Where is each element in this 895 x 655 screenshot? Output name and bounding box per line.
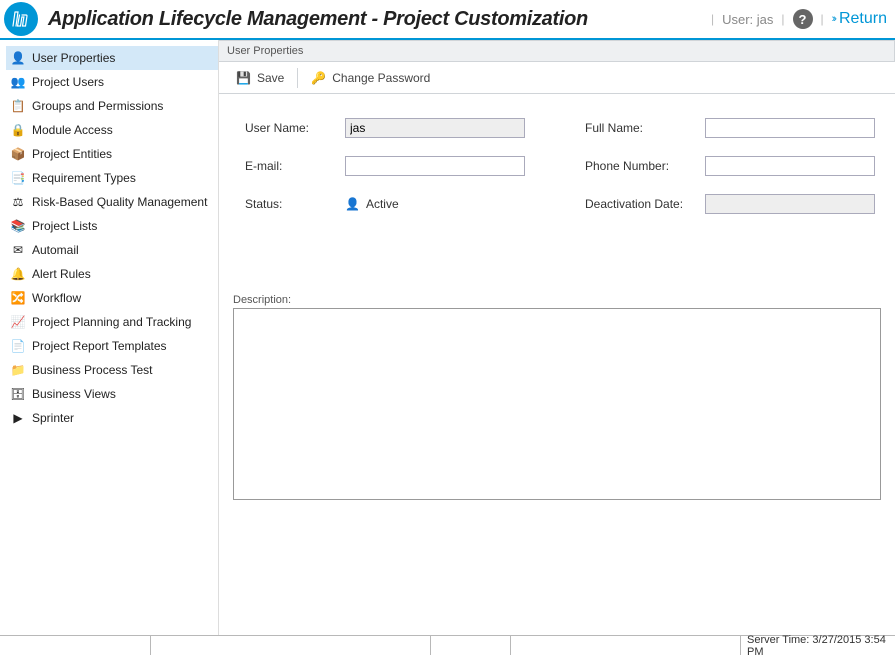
sidebar-icon: 📑 <box>10 170 26 186</box>
sidebar-icon: ▶ <box>10 410 26 426</box>
sidebar-item-label: Project Planning and Tracking <box>32 315 191 329</box>
sidebar-item-label: Module Access <box>32 123 113 137</box>
sidebar-item-sprinter[interactable]: ▶ Sprinter <box>6 406 218 430</box>
sidebar-icon: 📈 <box>10 314 26 330</box>
full-name-label: Full Name: <box>585 121 705 135</box>
main-panel: User Properties 💾 Save 🔑 Change Password… <box>218 40 895 635</box>
save-button[interactable]: 💾 Save <box>225 66 295 90</box>
sidebar-icon: 👤 <box>10 50 26 66</box>
change-password-button[interactable]: 🔑 Change Password <box>300 66 441 90</box>
sidebar-icon: 🗄 <box>10 386 26 402</box>
sidebar-item-label: User Properties <box>32 51 115 65</box>
sidebar-item-groups-and-permissions[interactable]: 📋 Groups and Permissions <box>6 94 218 118</box>
sidebar-item-label: Business Views <box>32 387 116 401</box>
sidebar-item-risk-based-quality-management[interactable]: ⚖ Risk-Based Quality Management <box>6 190 218 214</box>
email-field[interactable] <box>345 156 525 176</box>
sidebar-item-label: Project Report Templates <box>32 339 167 353</box>
sidebar: 👤 User Properties 👥 Project Users 📋 Groups an… <box>0 40 218 635</box>
sidebar-item-project-report-templates[interactable]: 📄 Project Report Templates <box>6 334 218 358</box>
sidebar-icon: 📁 <box>10 362 26 378</box>
email-label: E-mail: <box>245 159 345 173</box>
sidebar-item-label: Project Lists <box>32 219 97 233</box>
sidebar-icon: 👥 <box>10 74 26 90</box>
user-active-icon: 👤 <box>345 197 360 211</box>
sidebar-item-project-lists[interactable]: 📚 Project Lists <box>6 214 218 238</box>
phone-field[interactable] <box>705 156 875 176</box>
deactivation-date-field <box>705 194 875 214</box>
deactivation-date-label: Deactivation Date: <box>585 197 705 211</box>
status-cell-1 <box>0 636 150 655</box>
toolbar: 💾 Save 🔑 Change Password <box>219 62 895 94</box>
sidebar-item-requirement-types[interactable]: 📑 Requirement Types <box>6 166 218 190</box>
sidebar-item-alert-rules[interactable]: 🔔 Alert Rules <box>6 262 218 286</box>
status-bar: Server Time: 3/27/2015 3:54 PM <box>0 635 895 655</box>
sidebar-item-label: Project Entities <box>32 147 112 161</box>
sidebar-icon: 🔔 <box>10 266 26 282</box>
sidebar-item-business-views[interactable]: 🗄 Business Views <box>6 382 218 406</box>
sidebar-icon: 🔒 <box>10 122 26 138</box>
full-name-field[interactable] <box>705 118 875 138</box>
user-name-label: User Name: <box>245 121 345 135</box>
sidebar-item-label: Groups and Permissions <box>32 99 163 113</box>
sidebar-icon: ⚖ <box>10 194 26 210</box>
sidebar-icon: 📋 <box>10 98 26 114</box>
return-button[interactable]: ›› Return <box>832 10 887 28</box>
sidebar-item-project-users[interactable]: 👥 Project Users <box>6 70 218 94</box>
help-icon[interactable]: ? <box>793 9 813 29</box>
description-textarea[interactable] <box>233 308 881 500</box>
sidebar-icon: 📦 <box>10 146 26 162</box>
status-cell-2 <box>150 636 430 655</box>
sidebar-item-label: Risk-Based Quality Management <box>32 195 207 209</box>
user-label: User: jas <box>722 12 773 27</box>
sidebar-item-label: Requirement Types <box>32 171 136 185</box>
phone-label: Phone Number: <box>585 159 705 173</box>
sidebar-item-label: Alert Rules <box>32 267 91 281</box>
header-bar: Application Lifecycle Management - Proje… <box>0 0 895 40</box>
sidebar-item-label: Business Process Test <box>32 363 153 377</box>
sidebar-item-user-properties[interactable]: 👤 User Properties <box>6 46 218 70</box>
user-name-field <box>345 118 525 138</box>
description-label: Description: <box>233 294 881 306</box>
status-cell-4 <box>510 636 740 655</box>
user-properties-form: User Name: Full Name: E-mail: Phone Numb… <box>219 94 895 214</box>
chevron-right-icon: ›› <box>832 15 835 23</box>
sidebar-item-project-planning-and-tracking[interactable]: 📈 Project Planning and Tracking <box>6 310 218 334</box>
sidebar-item-label: Workflow <box>32 291 81 305</box>
status-label: Status: <box>245 197 345 211</box>
sidebar-item-label: Automail <box>32 243 79 257</box>
sidebar-icon: 📚 <box>10 218 26 234</box>
hp-logo <box>4 2 38 36</box>
sidebar-item-automail[interactable]: ✉ Automail <box>6 238 218 262</box>
status-value: 👤 Active <box>345 197 525 211</box>
page-title: Application Lifecycle Management - Proje… <box>48 8 588 31</box>
panel-title: User Properties <box>219 40 895 62</box>
sidebar-item-workflow[interactable]: 🔀 Workflow <box>6 286 218 310</box>
sidebar-item-module-access[interactable]: 🔒 Module Access <box>6 118 218 142</box>
sidebar-icon: ✉ <box>10 242 26 258</box>
sidebar-item-business-process-test[interactable]: 📁 Business Process Test <box>6 358 218 382</box>
sidebar-item-project-entities[interactable]: 📦 Project Entities <box>6 142 218 166</box>
status-cell-3 <box>430 636 510 655</box>
sidebar-icon: 📄 <box>10 338 26 354</box>
save-icon: 💾 <box>236 71 251 85</box>
sidebar-item-label: Sprinter <box>32 411 74 425</box>
server-time: Server Time: 3/27/2015 3:54 PM <box>740 636 895 655</box>
sidebar-item-label: Project Users <box>32 75 104 89</box>
password-icon: 🔑 <box>311 71 326 85</box>
sidebar-icon: 🔀 <box>10 290 26 306</box>
